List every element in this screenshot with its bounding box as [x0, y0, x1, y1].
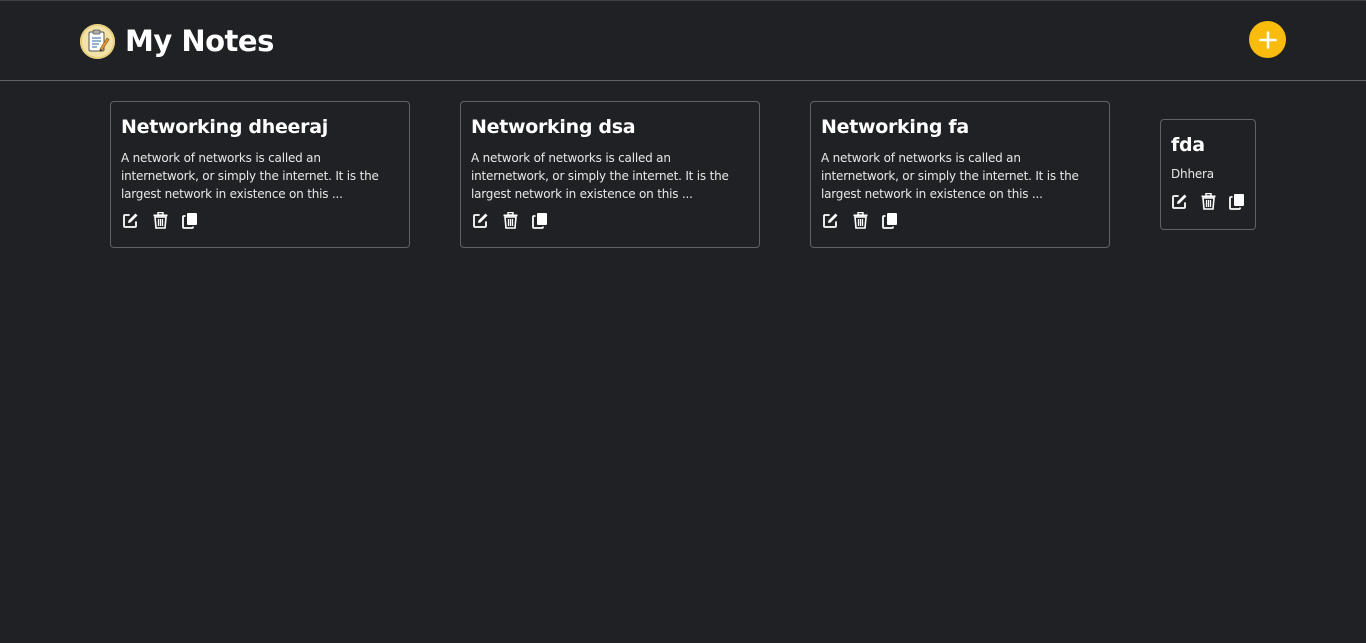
note-card[interactable]: Networking dheeraj A network of networks… [110, 101, 410, 248]
note-body: A network of networks is called an inter… [471, 151, 729, 201]
note-actions [471, 211, 749, 229]
note-card[interactable]: fda Dhhera [1160, 119, 1256, 230]
note-body: A network of networks is called an inter… [821, 151, 1079, 201]
trash-icon[interactable] [1200, 192, 1217, 210]
trash-icon[interactable] [501, 211, 519, 229]
copy-icon[interactable] [181, 211, 199, 229]
note-title: Networking fa [821, 116, 969, 138]
trash-icon[interactable] [151, 211, 169, 229]
copy-icon[interactable] [1228, 192, 1246, 210]
app-header: My Notes [0, 1, 1366, 81]
note-body: A network of networks is called an inter… [121, 151, 379, 201]
plus-icon [1258, 30, 1277, 49]
note-actions [821, 211, 1099, 229]
add-note-button[interactable] [1249, 21, 1286, 58]
note-actions [1171, 192, 1245, 210]
note-body: Dhhera [1171, 167, 1214, 181]
brand: My Notes [80, 23, 274, 59]
note-title: Networking dheeraj [121, 116, 328, 138]
edit-icon[interactable] [121, 211, 139, 229]
note-title: fda [1171, 134, 1205, 156]
edit-icon[interactable] [1171, 192, 1188, 210]
note-card[interactable]: Networking dsa A network of networks is … [460, 101, 760, 248]
trash-icon[interactable] [851, 211, 869, 229]
note-actions [121, 211, 399, 229]
notepad-icon [80, 23, 115, 59]
copy-icon[interactable] [531, 211, 549, 229]
copy-icon[interactable] [881, 211, 899, 229]
edit-icon[interactable] [471, 211, 489, 229]
note-card[interactable]: Networking fa A network of networks is c… [810, 101, 1110, 248]
edit-icon[interactable] [821, 211, 839, 229]
page-title: My Notes [125, 24, 274, 58]
note-title: Networking dsa [471, 116, 636, 138]
